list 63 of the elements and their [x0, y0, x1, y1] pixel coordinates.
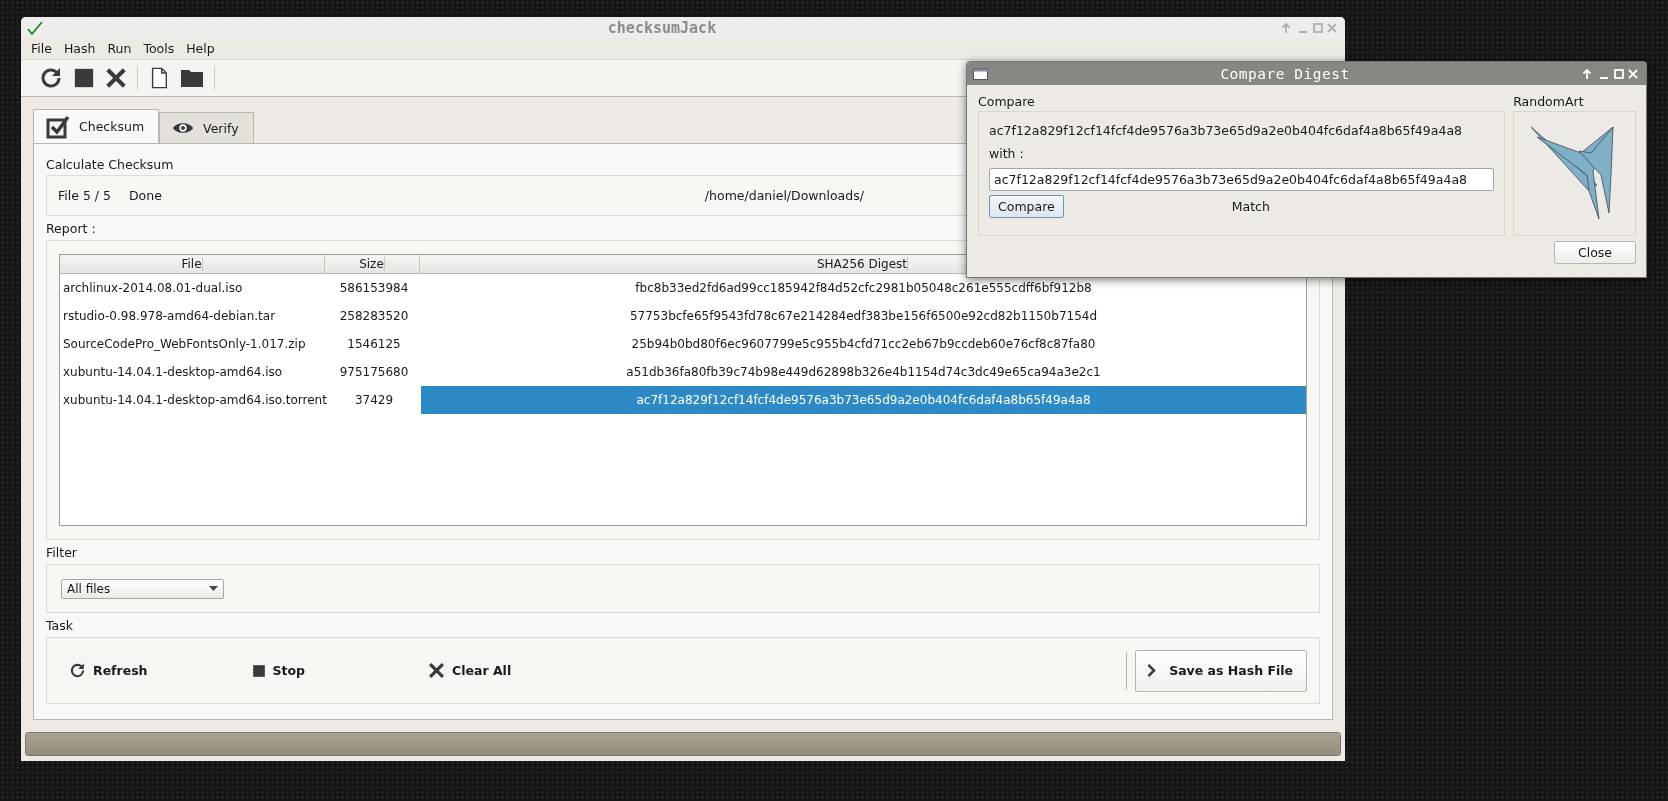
tab[interactable]: Checksum — [33, 109, 160, 143]
menu-item[interactable]: File — [25, 41, 58, 56]
section-label: Report : — [46, 220, 96, 236]
section-label: Calculate Checksum — [46, 157, 174, 172]
table-cell-text: 1546125 — [346, 337, 402, 351]
section-label: Filter — [46, 544, 77, 560]
table-cell-text: 586153984 — [338, 281, 410, 295]
compare-button[interactable]: Compare — [989, 195, 1064, 218]
menu-item[interactable]: Hash — [57, 41, 102, 56]
close-icon[interactable] — [105, 67, 127, 89]
table-cell-text: 258283520 — [338, 309, 410, 323]
unselected-row-area[interactable]: 57753bcfe65f9543fd78c67e214284edf383be156f6500e92cd82b1150b7154d — [421, 302, 1306, 330]
table-cell: 57753bcfe65f9543fd78c67e214284edf383be156f6500e92cd82b1150b7154d — [629, 309, 1098, 323]
digest-input-field[interactable]: ac7f12a829f12cf14fcf4de9576a3b73e65d9a2e0b404fc6daf4a8b65f49a4a8 — [989, 168, 1495, 191]
section-label: RandomArt — [1513, 93, 1584, 109]
unselected-row-area[interactable]: fbc8b33ed2fd6ad99cc185942f84d52cfc2981b05048c261e555cdff6bf912b8 — [421, 274, 1306, 302]
path-text: /home/daniel/Downloads/ — [704, 188, 864, 203]
table-cell-text: 37429 — [353, 393, 395, 407]
section-label: Compare — [978, 93, 1035, 109]
close-button[interactable]: Close — [1554, 241, 1636, 264]
window-title: checksumJack — [607, 18, 717, 37]
table-cell: 25b94b0bd80f6ec9607799e5c955b4cfd71cc2eb67b9ccdeb60e76cf8c87fa80 — [631, 337, 1096, 351]
menu-item[interactable]: Help — [180, 41, 221, 56]
dialog-title: Compare Digest — [1220, 65, 1350, 82]
table-cell: ac7f12a829f12cf14fcf4de9576a3b73e65d9a2e0b404fc6daf4a8b65f49a4a8 — [636, 393, 1091, 407]
table-cell-text: archlinux-2014.08.01-dual.iso — [62, 281, 244, 295]
stop-icon — [251, 663, 266, 678]
refresh-icon[interactable] — [39, 66, 63, 90]
unselected-row-area[interactable]: a51db36fa80fb39c74b98e449d62898b326e4b1154d74c3dc49e65ca94a3e2c1 — [421, 358, 1306, 386]
menu-item[interactable]: Run — [101, 41, 138, 56]
refresh-icon — [69, 662, 86, 679]
stop-button[interactable]: Stop — [251, 663, 306, 678]
with-label: with : — [989, 144, 1025, 163]
column-header[interactable]: SHA256 Digest — [816, 257, 909, 271]
table-cell-text: 975175680 — [338, 365, 410, 379]
section-label: Task — [46, 617, 73, 633]
match-result: Match — [1231, 199, 1270, 214]
clear-button[interactable]: Clear All — [428, 662, 512, 679]
filter-dropdown[interactable]: All files — [61, 578, 224, 599]
menu-item[interactable]: Tools — [137, 41, 181, 56]
column-header[interactable]: File — [181, 257, 203, 271]
status-text: Done — [128, 188, 162, 203]
column-header[interactable]: Size — [359, 257, 385, 271]
digest-text: ac7f12a829f12cf14fcf4de9576a3b73e65d9a2e0b404fc6daf4a8b65f49a4a8 — [989, 121, 1463, 140]
table-cell: fbc8b33ed2fd6ad99cc185942f84d52cfc2981b05048c261e555cdff6bf912b8 — [635, 281, 1092, 295]
table-cell-text: xubuntu-14.04.1-desktop-amd64.iso — [62, 365, 284, 379]
table-cell-text: xubuntu-14.04.1-desktop-amd64.iso.torrent — [62, 393, 327, 407]
checkbox-icon — [46, 114, 70, 139]
file-count: File 5 / 5 — [58, 188, 111, 203]
refresh-button[interactable]: Refresh — [69, 662, 148, 679]
save-button[interactable]: Save as Hash File — [1135, 649, 1307, 692]
tab[interactable]: Verify — [159, 112, 254, 143]
table-cell: a51db36fa80fb39c74b98e449d62898b326e4b1154d74c3dc49e65ca94a3e2c1 — [626, 365, 1101, 379]
close-icon — [428, 662, 446, 679]
selected-row-highlight[interactable]: ac7f12a829f12cf14fcf4de9576a3b73e65d9a2e0b404fc6daf4a8b65f49a4a8 — [421, 386, 1306, 414]
checkmark-icon — [27, 20, 43, 35]
stop-icon[interactable] — [73, 67, 95, 89]
window-icon — [973, 67, 988, 80]
caret-icon — [209, 586, 218, 591]
window-controls-icon[interactable] — [1582, 67, 1638, 80]
table-cell-text: rstudio-0.98.978-amd64-debian.tar — [62, 309, 277, 323]
table-cell-text: SourceCodePro_WebFontsOnly-1.017.zip — [62, 337, 307, 351]
unselected-row-area[interactable]: 25b94b0bd80f6ec9607799e5c955b4cfd71cc2eb67b9ccdeb60e76cf8c87fa80 — [421, 330, 1306, 358]
